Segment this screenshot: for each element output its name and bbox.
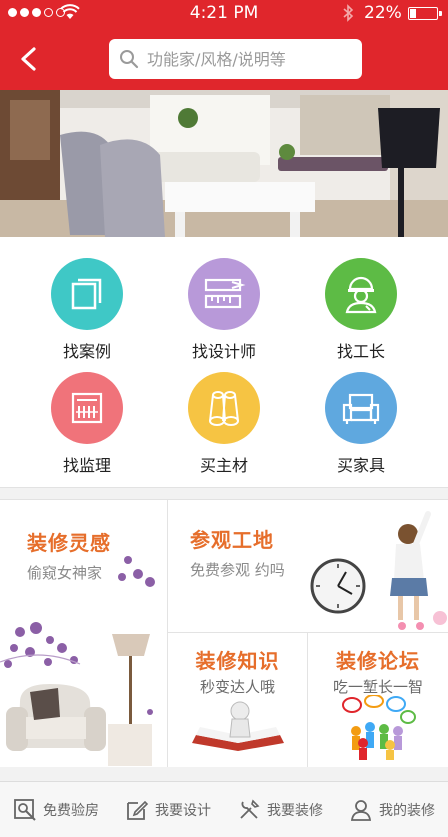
cards-icon	[51, 258, 123, 330]
pipes-icon	[188, 372, 260, 444]
tile-title: 装修知识	[195, 649, 280, 673]
category-grid: 找案例 找设计师 找工长 找监理 买主材 买家具	[0, 237, 448, 487]
living-room-photo	[0, 90, 448, 237]
feature-tiles: 装修灵感 偷窥女神家 参观工地 免费参观 约吗 装修知识 秒变达人哦 装修论坛 …	[0, 500, 448, 767]
tab-my-renovation[interactable]: 我的装修	[336, 782, 448, 837]
tile-site-visit[interactable]: 参观工地 免费参观 约吗	[168, 500, 448, 632]
calculator-icon	[51, 372, 123, 444]
top-bar: 4:21 PM 22%	[0, 0, 448, 90]
tab-label: 我要设计	[155, 802, 211, 819]
house-check-icon	[14, 798, 36, 821]
category-label: 找案例	[62, 342, 111, 361]
back-button[interactable]	[14, 44, 44, 74]
category-label: 找监理	[62, 456, 111, 475]
tile-forum[interactable]: 装修论坛 吃一堑长一智	[308, 633, 448, 767]
category-label: 买主材	[199, 456, 248, 475]
tab-free-inspection[interactable]: 免费验房	[0, 782, 112, 837]
search-input[interactable]	[147, 49, 357, 69]
discussion-illustration	[342, 695, 416, 760]
tile-subtitle: 秒变达人哦	[199, 678, 275, 696]
tile-subtitle: 免费参观 约吗	[190, 561, 285, 579]
bluetooth-icon	[343, 4, 354, 22]
edit-icon	[127, 800, 149, 820]
book-reader-illustration	[192, 701, 284, 751]
section-divider	[0, 487, 448, 500]
category-cases[interactable]: 找案例	[17, 258, 157, 362]
tools-icon	[240, 799, 260, 819]
category-designer[interactable]: 找设计师	[154, 258, 294, 362]
category-furniture[interactable]: 买家具	[291, 372, 431, 476]
search-box[interactable]	[109, 39, 362, 79]
tab-renovate[interactable]: 我要装修	[224, 782, 336, 837]
category-label: 找工长	[336, 342, 385, 361]
chevron-left-icon	[21, 47, 36, 71]
section-divider	[0, 767, 448, 781]
tile-inspiration[interactable]: 装修灵感 偷窥女神家	[0, 500, 167, 767]
sofa-icon	[325, 372, 397, 444]
category-materials[interactable]: 买主材	[154, 372, 294, 476]
search-icon	[120, 50, 139, 69]
tile-title: 装修论坛	[336, 649, 420, 673]
user-icon	[350, 799, 372, 821]
tile-title: 参观工地	[190, 528, 274, 552]
child-clock-illustration	[310, 511, 447, 630]
tile-knowledge[interactable]: 装修知识 秒变达人哦	[168, 633, 307, 767]
tile-subtitle: 吃一堑长一智	[332, 678, 423, 696]
category-supervisor[interactable]: 找监理	[17, 372, 157, 476]
ruler-pencil-icon	[188, 258, 260, 330]
battery-percent: 22%	[364, 3, 402, 23]
battery-icon	[408, 7, 442, 20]
category-foreman[interactable]: 找工长	[291, 258, 431, 362]
tab-design[interactable]: 我要设计	[112, 782, 224, 837]
category-label: 买家具	[336, 456, 385, 475]
bottom-tab-bar: 免费验房 我要设计 我要装修 我的装修	[0, 781, 448, 837]
worker-helmet-icon	[325, 258, 397, 330]
tab-label: 我的装修	[379, 802, 435, 819]
category-label: 找设计师	[191, 342, 256, 361]
tab-label: 免费验房	[43, 802, 99, 819]
tab-label: 我要装修	[267, 802, 323, 819]
banner-image[interactable]	[0, 90, 448, 237]
armchair-illustration	[0, 556, 155, 766]
status-bar: 4:21 PM 22%	[0, 0, 448, 26]
